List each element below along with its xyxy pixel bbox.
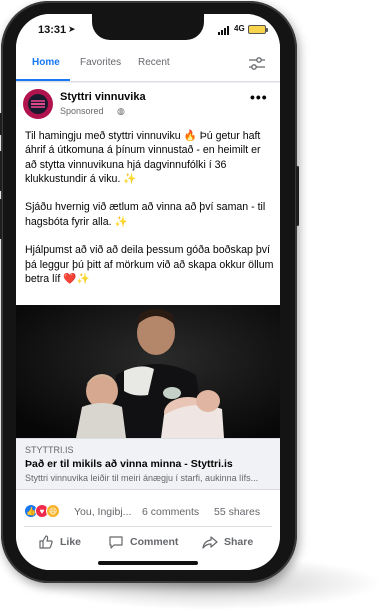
haha-reaction-icon: 😆 bbox=[46, 504, 60, 518]
post-photo[interactable] bbox=[16, 305, 280, 438]
post-paragraph: Til hamingju með styttri vinnuviku 🔥 Þú … bbox=[25, 130, 261, 185]
tab-recent[interactable]: Recent bbox=[138, 57, 170, 68]
like-label: Like bbox=[60, 536, 82, 548]
tab-home[interactable]: Home bbox=[32, 57, 60, 68]
post-paragraph: Hjálpumst að við að deila þessum góða bo… bbox=[25, 244, 274, 285]
power-button bbox=[296, 166, 299, 226]
more-options-icon[interactable]: ••• bbox=[250, 89, 268, 105]
status-bar: 13:31 ➤ 4G bbox=[16, 14, 280, 48]
network-type: 4G bbox=[234, 24, 245, 33]
reacted-names[interactable]: You, Ingibj... bbox=[74, 506, 131, 518]
reaction-icons[interactable]: 👍 ♥ 😆 bbox=[24, 504, 60, 518]
link-title[interactable]: Það er til mikils að vinna minna - Stytt… bbox=[25, 458, 233, 470]
comment-icon bbox=[109, 536, 123, 549]
volume-up-button bbox=[0, 151, 2, 191]
share-icon bbox=[202, 536, 218, 549]
active-tab-indicator bbox=[16, 79, 70, 81]
sponsored-label: Sponsored bbox=[60, 106, 104, 116]
link-domain: STYTTRI.IS bbox=[25, 445, 74, 455]
sponsored-post: Styttri vinnuvika Sponsored ◍ ••• Til ha… bbox=[16, 83, 280, 305]
status-time: 13:31 bbox=[38, 24, 67, 36]
family-photo-image bbox=[16, 305, 280, 438]
share-button[interactable]: Share bbox=[202, 532, 253, 552]
link-preview[interactable]: STYTTRI.IS Það er til mikils að vinna mi… bbox=[16, 438, 280, 490]
signal-icon bbox=[218, 26, 229, 35]
notch bbox=[92, 14, 204, 40]
phone-frame: 13:31 ➤ 4G Home Favorites Recent Styttri… bbox=[0, 1, 299, 583]
post-footer: 👍 ♥ 😆 You, Ingibj... 6 comments 55 share… bbox=[16, 490, 280, 570]
globe-icon: ◍ bbox=[117, 106, 125, 116]
tab-favorites[interactable]: Favorites bbox=[80, 57, 121, 68]
brand-logo-icon bbox=[28, 94, 48, 114]
filter-settings-icon[interactable] bbox=[248, 56, 266, 72]
page-name[interactable]: Styttri vinnuvika bbox=[60, 91, 146, 103]
post-paragraph: Sjáðu hvernig við ætlum að vinna að því … bbox=[25, 201, 266, 228]
feed-tabs: Home Favorites Recent bbox=[16, 48, 280, 82]
shares-count[interactable]: 55 shares bbox=[214, 506, 260, 518]
comment-label: Comment bbox=[130, 536, 179, 548]
like-button[interactable]: Like bbox=[38, 532, 81, 552]
share-label: Share bbox=[224, 536, 254, 548]
comments-count[interactable]: 6 comments bbox=[142, 506, 199, 518]
home-indicator[interactable] bbox=[98, 561, 198, 565]
battery-icon bbox=[248, 25, 268, 34]
volume-down-button bbox=[0, 199, 2, 239]
comment-button[interactable]: Comment bbox=[108, 532, 178, 552]
thumbs-up-icon bbox=[39, 535, 53, 549]
post-text: Til hamingju með styttri vinnuviku 🔥 Þú … bbox=[25, 129, 275, 301]
page-avatar[interactable] bbox=[23, 89, 53, 119]
divider bbox=[24, 526, 272, 527]
phone-screen: 13:31 ➤ 4G Home Favorites Recent Styttri… bbox=[16, 14, 280, 570]
link-description: Styttri vinnuvika leiðir til meiri ánægj… bbox=[25, 473, 259, 483]
mute-switch bbox=[0, 113, 2, 135]
location-arrow-icon: ➤ bbox=[68, 24, 76, 34]
